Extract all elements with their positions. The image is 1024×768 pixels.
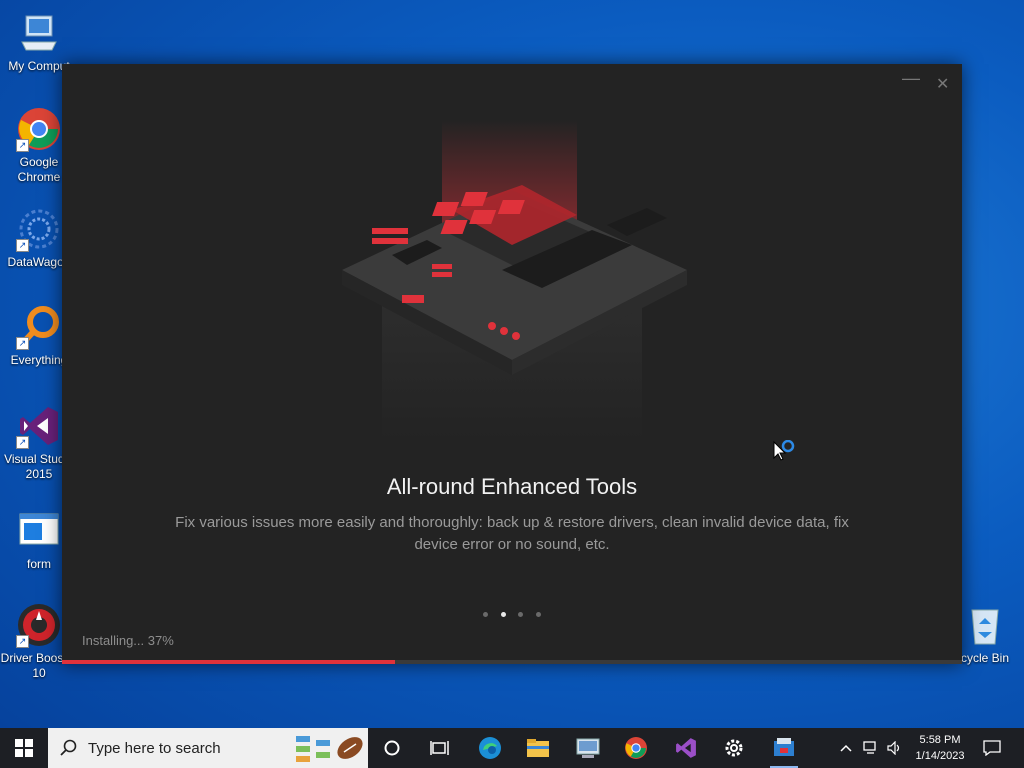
- computer-icon: [16, 10, 62, 56]
- search-icon: [60, 739, 77, 756]
- minimize-button[interactable]: —: [902, 68, 920, 89]
- installer-icon: [774, 738, 794, 756]
- notification-icon: [983, 740, 1001, 756]
- install-status: Installing... 37%: [82, 633, 174, 648]
- taskbar: Type here to search 5:58 PM 1/14/2023: [0, 728, 1024, 768]
- taskbar-control-panel[interactable]: [566, 728, 610, 768]
- clock[interactable]: 5:58 PM 1/14/2023: [908, 728, 972, 768]
- slide-dot-active[interactable]: [500, 612, 506, 617]
- slide-title: All-round Enhanced Tools: [386, 474, 638, 499]
- taskbar-installer-running[interactable]: [762, 728, 806, 768]
- search-highlight-football-icon: [296, 736, 363, 762]
- visual-studio-icon: [676, 738, 696, 758]
- edge-icon: [479, 737, 501, 759]
- volume-tray-button[interactable]: [884, 728, 906, 768]
- show-hidden-icons-button[interactable]: [836, 728, 856, 768]
- taskbar-chrome[interactable]: [614, 728, 658, 768]
- everything-search-icon: ↗: [16, 304, 62, 350]
- search-placeholder: Type here to search: [88, 739, 221, 757]
- taskbar-search-box[interactable]: Type here to search: [48, 728, 368, 768]
- settings-icon: [725, 739, 743, 757]
- cortana-icon: [384, 740, 400, 756]
- network-icon: [863, 741, 876, 754]
- windows-logo-icon: [15, 739, 33, 757]
- slide-dot[interactable]: [535, 612, 541, 617]
- visual-studio-icon: ↗: [16, 403, 62, 449]
- start-button[interactable]: [0, 728, 48, 768]
- slide-dot[interactable]: [518, 612, 524, 617]
- installer-window: — ✕ All-round Enhanced Tools Fix various…: [62, 64, 962, 664]
- shortcut-arrow-icon: ↗: [16, 635, 29, 648]
- file-explorer-icon: [527, 739, 549, 757]
- driver-booster-icon: ↗: [16, 602, 62, 648]
- task-view-button[interactable]: [418, 728, 462, 768]
- network-tray-button[interactable]: [860, 728, 882, 768]
- taskbar-visual-studio[interactable]: [664, 728, 708, 768]
- form-window-icon: [16, 508, 62, 554]
- taskbar-file-explorer[interactable]: [516, 728, 560, 768]
- volume-icon: [887, 741, 900, 755]
- clock-date: 1/14/2023: [915, 750, 965, 762]
- chrome-icon: ↗: [16, 106, 62, 152]
- chevron-up-icon: [840, 744, 852, 752]
- chrome-icon: [625, 737, 647, 759]
- progress-bar: [62, 660, 962, 664]
- taskbar-settings[interactable]: [712, 728, 756, 768]
- progress-fill: [62, 660, 395, 664]
- recycle-bin-icon: [962, 602, 1008, 648]
- busy-cursor-icon: [773, 440, 795, 461]
- clock-time: 5:58 PM: [919, 734, 961, 746]
- shortcut-arrow-icon: ↗: [16, 337, 29, 350]
- hero-illustration: [342, 120, 687, 440]
- slide-dot[interactable]: [483, 612, 489, 617]
- shortcut-arrow-icon: ↗: [16, 239, 29, 252]
- cortana-button[interactable]: [370, 728, 414, 768]
- shortcut-arrow-icon: ↗: [16, 436, 29, 449]
- task-view-icon: [430, 741, 449, 755]
- control-panel-icon: [576, 738, 600, 758]
- taskbar-edge[interactable]: [468, 728, 512, 768]
- action-center-button[interactable]: [978, 728, 1006, 768]
- slide-pagination: [62, 604, 962, 622]
- close-button[interactable]: ✕: [936, 74, 949, 94]
- slide-description: Fix various issues more easily and thoro…: [175, 514, 849, 553]
- datawagon-icon: ↗: [16, 206, 62, 252]
- shortcut-arrow-icon: ↗: [16, 139, 29, 152]
